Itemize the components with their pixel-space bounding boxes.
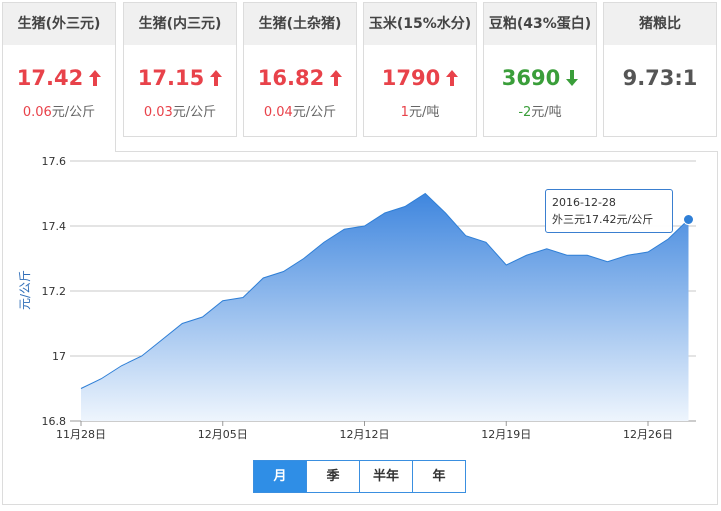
y-tick-label: 17.6 xyxy=(42,155,67,168)
x-tick-label: 12月05日 xyxy=(198,428,248,441)
x-tick-label: 12月26日 xyxy=(623,428,673,441)
card-title: 生猪(外三元) xyxy=(3,3,115,45)
price-card-0[interactable]: 生猪(外三元) 17.42 0.06元/公斤 xyxy=(2,2,116,152)
x-tick-label: 12月12日 xyxy=(340,428,390,441)
range-selector: 月季半年年 xyxy=(253,460,466,493)
range-button-0[interactable]: 月 xyxy=(254,461,306,492)
y-axis-label: 元/公斤 xyxy=(18,270,32,310)
y-tick-label: 17.4 xyxy=(42,220,67,233)
card-price-value: 17.42 xyxy=(16,66,84,90)
y-tick-label: 16.8 xyxy=(42,415,67,428)
card-price: 17.42 xyxy=(3,65,115,91)
x-tick-label: 12月19日 xyxy=(481,428,531,441)
y-tick-label: 17.2 xyxy=(42,285,67,298)
x-tick-label: 11月28日 xyxy=(56,428,106,441)
range-button-2[interactable]: 半年 xyxy=(359,461,412,492)
tooltip-date: 2016-12-28 xyxy=(552,196,616,209)
data-point-marker xyxy=(683,214,694,225)
arrow-up-icon xyxy=(89,70,102,86)
tooltip-value: 外三元17.42元/公斤 xyxy=(552,213,654,226)
y-tick-label: 17 xyxy=(52,350,66,363)
card-change-unit: 元/公斤 xyxy=(51,105,96,120)
chart-tooltip: 2016-12-28 外三元17.42元/公斤 xyxy=(545,189,673,233)
card-change: 0.06元/公斤 xyxy=(3,101,115,120)
range-button-1[interactable]: 季 xyxy=(306,461,359,492)
range-button-3[interactable]: 年 xyxy=(412,461,465,492)
card-change-value: 0.06 xyxy=(22,105,52,120)
